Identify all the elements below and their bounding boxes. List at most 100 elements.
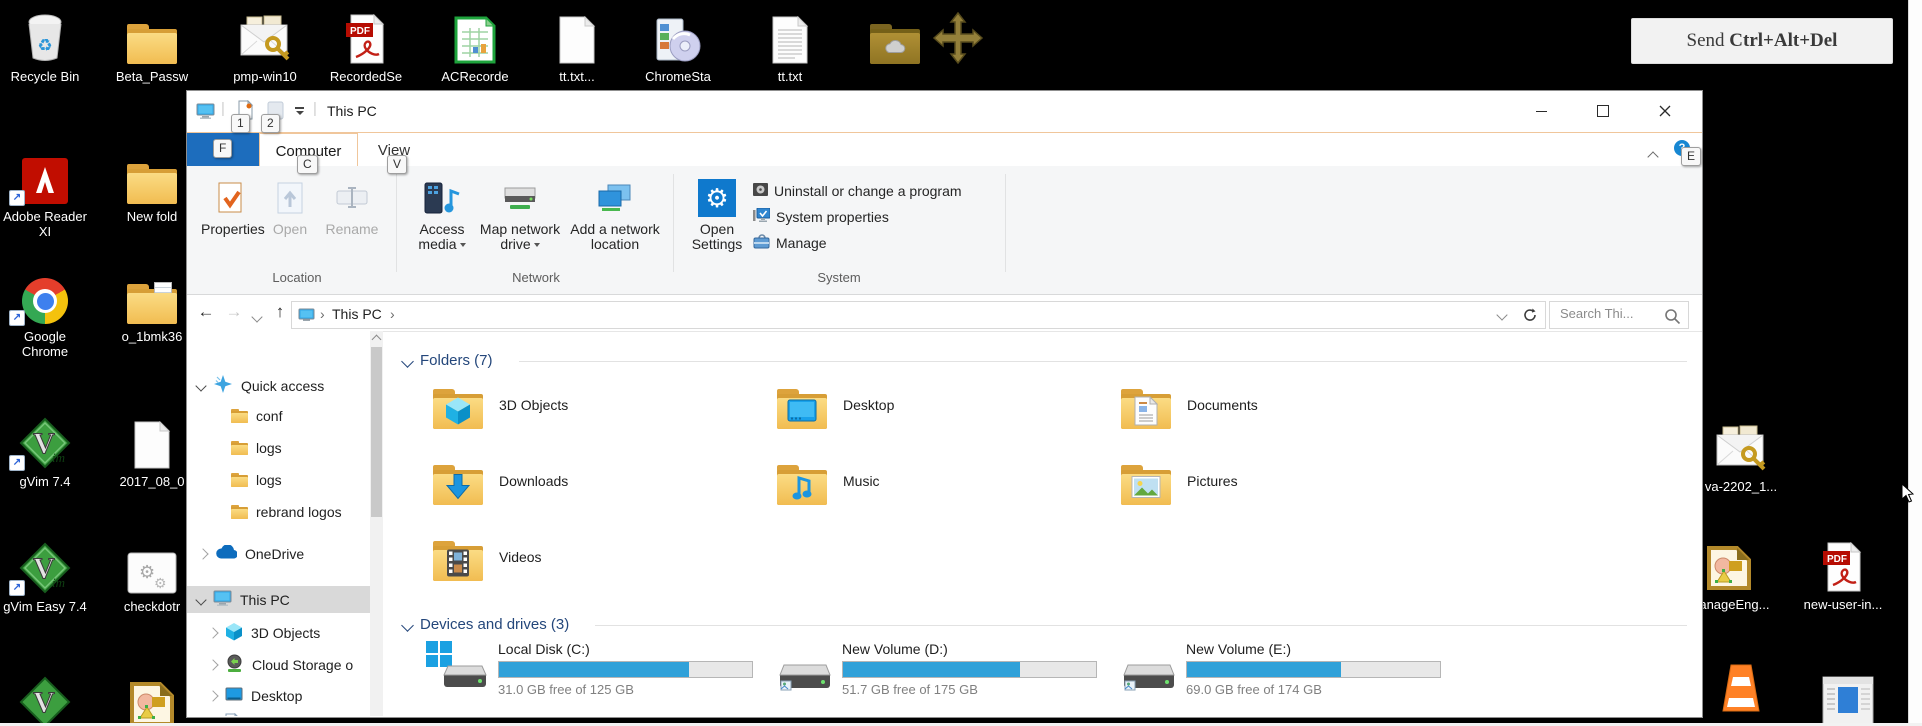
desktop-icon-label: RecordedSe xyxy=(329,69,403,84)
address-history-dropdown[interactable] xyxy=(1489,301,1516,329)
drive-tile-d[interactable]: New Volume (D:) 51.7 GB free of 175 GB xyxy=(768,639,1097,698)
folder-tile-documents[interactable]: Documents xyxy=(1121,389,1258,429)
title-bar[interactable]: | | This PC xyxy=(187,91,1702,132)
viewer-scrollbar[interactable] xyxy=(1908,0,1922,723)
svg-text:⚙: ⚙ xyxy=(139,562,155,582)
desktop-icon-va2202[interactable]: va-2202_1... xyxy=(1691,418,1791,494)
minimize-button[interactable] xyxy=(1516,91,1566,131)
desktop-icon-google-chrome[interactable]: ↗ Google Chrome xyxy=(0,268,95,359)
breadcrumb-this-pc[interactable]: This PC xyxy=(332,306,382,322)
nav-onedrive[interactable]: OneDrive xyxy=(187,540,382,567)
desktop-icon-recycle-bin[interactable]: ♻ Recycle Bin xyxy=(0,8,95,84)
nav-desktop[interactable]: Desktop xyxy=(187,682,383,709)
folder-icon xyxy=(1121,389,1171,429)
map-network-drive-button[interactable]: Map network drive xyxy=(479,174,561,252)
filmstrip-icon xyxy=(446,548,470,577)
desktop-icon-adobe-reader[interactable]: ↗ Adobe Reader XI xyxy=(0,148,95,239)
desktop-icon-gvim-easy[interactable]: Vim ↗ gVim Easy 7.4 xyxy=(0,538,95,614)
qat-customize-dropdown[interactable] xyxy=(295,107,304,115)
chevron-expanded-icon[interactable] xyxy=(195,379,207,392)
search-box[interactable] xyxy=(1549,301,1689,329)
desktop-icon-chromesta-installer[interactable]: ChromeSta xyxy=(628,8,728,84)
breadcrumb-chevron[interactable]: › xyxy=(320,306,325,322)
keytip-file: F xyxy=(213,139,233,158)
drive-tile-e[interactable]: New Volume (E:) 69.0 GB free of 174 GB xyxy=(1112,639,1441,698)
recent-locations-dropdown[interactable] xyxy=(251,308,263,324)
desktop-icon-move-arrows[interactable] xyxy=(908,8,1008,64)
address-bar[interactable]: › This PC › xyxy=(291,301,1491,329)
folder-tile-3d-objects[interactable]: 3D Objects xyxy=(433,389,568,429)
desktop-icon-ttxt1[interactable]: tt.txt... xyxy=(527,8,627,84)
desktop-icon-recordedse-pdf[interactable]: PDF RecordedSe xyxy=(316,8,416,84)
uninstall-icon xyxy=(753,183,768,199)
nav-label: This PC xyxy=(240,591,290,608)
folder-tile-desktop[interactable]: Desktop xyxy=(777,389,894,429)
scroll-up-icon[interactable] xyxy=(371,334,382,345)
desktop-icon-ttxt2[interactable]: tt.txt xyxy=(740,8,840,84)
manage-button[interactable]: Manage xyxy=(753,232,827,254)
drive-name: New Volume (E:) xyxy=(1186,641,1292,657)
nav-3d-objects[interactable]: 3D Objects xyxy=(187,619,383,646)
tile-label: Desktop xyxy=(843,397,895,413)
nav-logs-1[interactable]: logs xyxy=(187,434,383,461)
nav-quick-access[interactable]: Quick access xyxy=(187,372,380,399)
chevron-expanded-icon[interactable] xyxy=(195,593,207,606)
add-network-location-button[interactable]: Add a network location xyxy=(565,174,665,252)
desktop-icon-vim-partial[interactable]: V xyxy=(0,672,95,726)
button-label: Properties xyxy=(201,221,265,237)
nav-cloud-storage[interactable]: Cloud Storage o xyxy=(187,651,383,678)
send-ctrl-alt-del-button[interactable]: Send Ctrl+Alt+Del xyxy=(1631,18,1893,64)
chevron-collapsed-icon[interactable] xyxy=(207,658,219,671)
nav-conf[interactable]: conf xyxy=(187,402,383,429)
desktop-icon-gvim[interactable]: Vim ↗ gVim 7.4 xyxy=(0,413,95,489)
desktop-icon-label: gVim 7.4 xyxy=(19,474,71,489)
back-button[interactable]: ← xyxy=(195,302,217,322)
desktop-icon-new-user-pdf[interactable]: PDF new-user-in... xyxy=(1793,536,1893,612)
rename-button[interactable]: Rename xyxy=(319,174,385,237)
disk-usage-fill xyxy=(843,662,1021,677)
breadcrumb-chevron[interactable]: › xyxy=(390,306,395,322)
refresh-button[interactable] xyxy=(1515,301,1546,329)
access-media-button[interactable]: Access media xyxy=(409,174,475,252)
folder-tile-pictures[interactable]: Pictures xyxy=(1121,465,1238,505)
folders-section-header[interactable]: Folders (7) xyxy=(420,352,493,369)
section-collapse-icon[interactable] xyxy=(401,355,414,368)
desktop-icon-beta-passw[interactable]: Beta_Passw xyxy=(102,8,202,84)
chevron-collapsed-icon[interactable] xyxy=(207,626,219,639)
nav-scrollbar[interactable] xyxy=(370,331,383,716)
chevron-collapsed-icon[interactable] xyxy=(197,547,209,560)
desktop-icon-pmp-win10[interactable]: pmp-win10 xyxy=(215,8,315,84)
nav-label: Desktop xyxy=(251,687,303,704)
devices-section-header[interactable]: Devices and drives (3) xyxy=(420,616,569,633)
open-button[interactable]: Open xyxy=(263,174,317,237)
folder-tile-music[interactable]: Music xyxy=(777,465,880,505)
desktop-icon-vlc-partial[interactable] xyxy=(1691,663,1791,726)
nav-this-pc[interactable]: This PC xyxy=(187,586,380,613)
properties-button[interactable]: Properties xyxy=(201,174,265,237)
nav-label: OneDrive xyxy=(245,545,305,562)
nav-rebrand-logos[interactable]: rebrand logos xyxy=(187,498,383,525)
folder-icon xyxy=(231,440,248,455)
desktop-icon-app-window-partial[interactable] xyxy=(1798,676,1898,726)
uninstall-program-button[interactable]: Uninstall or change a program xyxy=(753,180,962,202)
nav-scrollbar-thumb[interactable] xyxy=(371,347,382,517)
drive-tile-c[interactable]: Local Disk (C:) 31.0 GB free of 125 GB xyxy=(424,639,753,698)
collapse-ribbon-icon[interactable] xyxy=(1647,148,1659,164)
folder-tile-downloads[interactable]: Downloads xyxy=(433,465,568,505)
chevron-collapsed-icon[interactable] xyxy=(207,689,219,702)
desktop-icon-acrecorde-calc[interactable]: ACRecorde xyxy=(425,8,525,84)
folder-tile-videos[interactable]: Videos xyxy=(433,541,542,581)
close-button[interactable] xyxy=(1640,91,1690,131)
open-settings-button[interactable]: ⚙ Open Settings xyxy=(685,174,749,252)
section-collapse-icon[interactable] xyxy=(401,619,414,632)
up-button[interactable]: ↑ xyxy=(269,302,291,322)
app-window-icon xyxy=(1798,676,1898,726)
forward-button[interactable]: → xyxy=(223,302,245,322)
maximize-button[interactable] xyxy=(1578,91,1628,131)
system-properties-button[interactable]: System properties xyxy=(753,206,889,228)
shortcut-arrow-icon: ↗ xyxy=(9,455,25,471)
nav-logs-2[interactable]: logs xyxy=(187,466,383,493)
nav-documents[interactable]: Documents xyxy=(187,710,383,716)
quick-access-star-icon xyxy=(213,374,233,397)
search-input[interactable] xyxy=(1558,305,1662,322)
